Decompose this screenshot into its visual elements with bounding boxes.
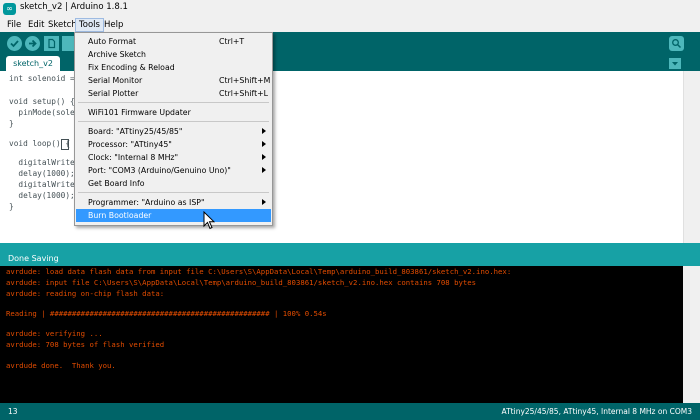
console-line: Reading | ##############################… — [6, 309, 327, 318]
tab-sketch[interactable]: sketch_v2 — [6, 56, 60, 71]
menu-item-wifi-updater[interactable]: WiFi101 Firmware Updater — [76, 106, 271, 119]
menu-item-fix-encoding[interactable]: Fix Encoding & Reload — [76, 61, 271, 74]
menu-item-label: Burn Bootloader — [88, 211, 152, 220]
code-line: int solenoid = — [9, 74, 80, 83]
upload-icon[interactable] — [25, 36, 40, 51]
console-output: avrdude: load data flash data from input… — [0, 266, 683, 403]
board-info: ATtiny25/45/85, ATtiny45, Internal 8 MHz… — [501, 407, 692, 416]
console-line: avrdude: verifying ... — [6, 329, 103, 338]
menu-item-auto-format[interactable]: Auto Format Ctrl+T — [76, 35, 271, 48]
menu-item-label: Programmer: "Arduino as ISP" — [88, 198, 205, 207]
menu-item-get-board-info[interactable]: Get Board Info — [76, 177, 271, 190]
shortcut-label: Ctrl+Shift+M — [219, 76, 271, 85]
verify-icon[interactable] — [7, 36, 22, 51]
line-number: 13 — [8, 407, 18, 416]
menu-item-label: Fix Encoding & Reload — [88, 63, 175, 72]
submenu-arrow-icon — [262, 167, 266, 173]
menu-item-label: Serial Plotter — [88, 89, 139, 98]
new-icon[interactable] — [44, 36, 59, 51]
arduino-logo-icon: ∞ — [3, 3, 16, 15]
menu-item-label: Get Board Info — [88, 179, 145, 188]
menu-item-label: Serial Monitor — [88, 76, 143, 85]
menu-item-label: Clock: "Internal 8 MHz" — [88, 153, 179, 162]
code-line: } — [9, 202, 14, 211]
shortcut-label: Ctrl+T — [219, 37, 245, 46]
menu-item-processor[interactable]: Processor: "ATtiny45" — [76, 138, 271, 151]
menu-item-label: Auto Format — [88, 37, 137, 46]
menu-item-board[interactable]: Board: "ATtiny25/45/85" — [76, 125, 271, 138]
menu-separator — [78, 192, 269, 193]
menu-separator — [78, 121, 269, 122]
tab-menu-chevron-down-icon[interactable] — [669, 58, 681, 69]
text-cursor-box — [61, 139, 69, 150]
menu-item-label: WiFi101 Firmware Updater — [88, 108, 191, 117]
menu-item-serial-monitor[interactable]: Serial Monitor Ctrl+Shift+M — [76, 74, 271, 87]
console-line: avrdude: load data flash data from input… — [6, 267, 512, 276]
serial-monitor-icon[interactable] — [669, 36, 684, 51]
status-message: Done Saving — [8, 254, 59, 263]
console-line: avrdude: 708 bytes of flash verified — [6, 340, 165, 349]
submenu-arrow-icon — [262, 128, 266, 134]
mouse-pointer-icon — [203, 210, 216, 235]
menu-file[interactable]: File — [4, 19, 24, 31]
code-line: digitalWrite( — [9, 158, 80, 167]
menu-item-label: Board: "ATtiny25/45/85" — [88, 127, 183, 136]
status-bar — [0, 252, 700, 266]
submenu-arrow-icon — [262, 141, 266, 147]
menu-tools[interactable]: Tools — [75, 18, 104, 32]
console-line: avrdude done. Thank you. — [6, 361, 116, 370]
submenu-arrow-icon — [262, 199, 266, 205]
code-line: delay(1000); — [9, 191, 75, 200]
menu-item-serial-plotter[interactable]: Serial Plotter Ctrl+Shift+L — [76, 87, 271, 100]
menu-item-label: Processor: "ATtiny45" — [88, 140, 172, 149]
menu-item-burn-bootloader[interactable]: Burn Bootloader — [76, 209, 271, 222]
submenu-arrow-icon — [262, 154, 266, 160]
menu-item-archive-sketch[interactable]: Archive Sketch — [76, 48, 271, 61]
code-line: void setup() { — [9, 97, 75, 106]
menu-item-label: Archive Sketch — [88, 50, 146, 59]
menu-bar: File Edit Sketch Tools Help — [0, 18, 700, 32]
menu-separator — [78, 102, 269, 103]
console-line: avrdude: reading on-chip flash data: — [6, 289, 165, 298]
code-line: delay(1000); — [9, 169, 75, 178]
code-line: digitalWrite( — [9, 180, 80, 189]
title-bar: ∞ sketch_v2 | Arduino 1.8.1 — [0, 0, 700, 19]
menu-item-port[interactable]: Port: "COM3 (Arduino/Genuino Uno)" — [76, 164, 271, 177]
window-title: sketch_v2 | Arduino 1.8.1 — [20, 2, 128, 12]
editor-scrollbar[interactable] — [683, 71, 700, 243]
tools-menu: Auto Format Ctrl+T Archive Sketch Fix En… — [74, 32, 273, 226]
divider[interactable] — [0, 243, 700, 252]
code-line: } — [9, 119, 14, 128]
code-line: pinMode(solen — [9, 108, 80, 117]
menu-help[interactable]: Help — [101, 19, 126, 31]
console-line: avrdude: input file C:\Users\S\AppData\L… — [6, 278, 477, 287]
menu-item-clock[interactable]: Clock: "Internal 8 MHz" — [76, 151, 271, 164]
menu-item-label: Port: "COM3 (Arduino/Genuino Uno)" — [88, 166, 231, 175]
shortcut-label: Ctrl+Shift+L — [219, 89, 269, 98]
menu-item-programmer[interactable]: Programmer: "Arduino as ISP" — [76, 196, 271, 209]
console-scrollbar[interactable] — [683, 266, 700, 403]
